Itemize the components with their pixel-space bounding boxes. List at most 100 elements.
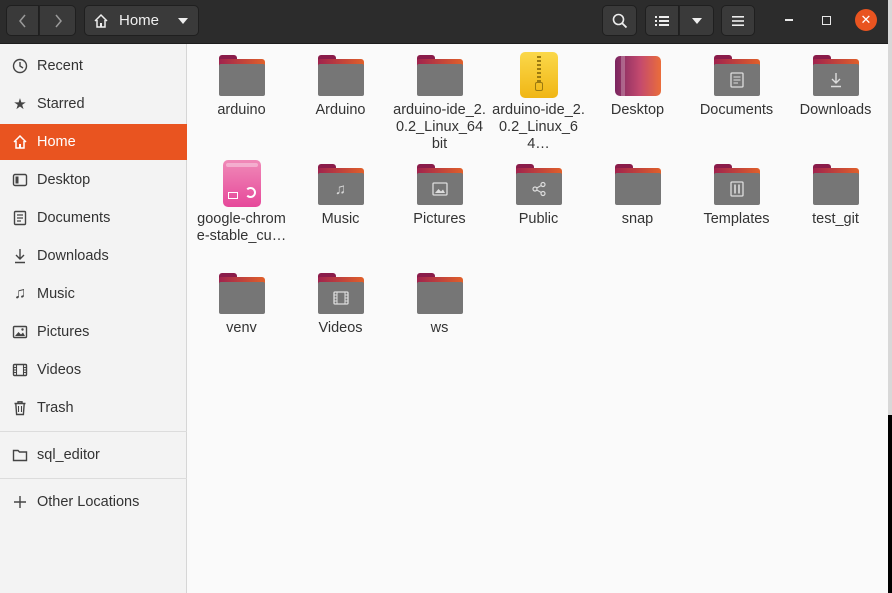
file-item-google-chrome-deb[interactable]: google-chrome-stable_cu… [194,160,289,245]
sidebar-item-label: Videos [37,362,82,378]
sidebar-item-pictures[interactable]: Pictures [0,314,187,350]
file-item-templates[interactable]: Templates [689,160,784,228]
file-name: arduino-ide_2.0.2_Linux_64bit [393,102,486,152]
file-name: Public [518,211,559,227]
sidebar-item-label: Recent [37,58,83,74]
main-menu-button[interactable] [721,5,755,36]
file-item-arduino-2[interactable]: Arduino [293,51,388,119]
chevron-down-icon [178,18,188,24]
file-manager-window: Home ✕ Recent ★ Starred Home Desktop Doc… [0,0,888,593]
view-options-button[interactable] [679,5,714,36]
file-item-documents[interactable]: Documents [689,51,784,119]
file-item-pictures[interactable]: Pictures [392,160,487,228]
sidebar-item-downloads[interactable]: Downloads [0,238,187,274]
sidebar-item-trash[interactable]: Trash [0,390,187,426]
list-view-button[interactable] [645,5,679,36]
sidebar-item-label: Documents [37,210,111,226]
folder-icon [218,55,265,96]
desktop-background-edge [888,0,892,593]
sidebar-item-starred[interactable]: ★ Starred [0,86,187,122]
file-name: arduino [217,102,266,118]
home-icon [94,13,108,28]
file-item-arduino-ide-zip[interactable]: arduino-ide_2.0.2_Linux_64… [491,51,586,153]
music-folder-icon: ♫ [317,164,364,205]
close-button[interactable]: ✕ [855,9,877,31]
template-icon [729,181,744,197]
sidebar-item-other-locations[interactable]: Other Locations [0,484,187,520]
file-item-arduino[interactable]: arduino [194,51,289,119]
minimize-button[interactable] [778,9,800,31]
home-icon [11,133,29,151]
sidebar-item-recent[interactable]: Recent [0,48,187,84]
file-item-downloads[interactable]: Downloads [788,51,883,119]
public-folder-icon [515,164,562,205]
file-name: Desktop [610,102,665,118]
sidebar-item-label: Home [37,134,76,150]
sidebar-item-label: Trash [37,400,74,416]
file-item-videos[interactable]: Videos [293,269,388,337]
chevron-left-icon [18,14,26,27]
music-icon: ♫ [334,180,347,198]
file-grid: arduino Arduino arduino-ide_2.0.2_Linux_… [188,44,888,593]
file-item-test-git[interactable]: test_git [788,160,883,228]
debian-package-icon [222,160,261,207]
desktop-icon [11,171,29,189]
plus-icon [11,493,29,511]
sidebar-item-label: Other Locations [37,494,140,510]
file-item-music[interactable]: ♫ Music [293,160,388,228]
folder-icon [416,273,463,314]
path-bar-home-button[interactable]: Home [84,5,199,36]
close-icon: ✕ [860,12,872,27]
folder-icon [11,446,29,464]
download-icon [830,73,841,88]
file-item-venv[interactable]: venv [194,269,289,337]
pictures-folder-icon [416,164,463,205]
file-name: Templates [703,211,770,227]
download-icon [11,247,29,265]
back-button[interactable] [6,5,39,36]
sidebar-divider [0,431,187,432]
sidebar-item-label: sql_editor [37,447,100,463]
file-item-public[interactable]: Public [491,160,586,228]
sidebar-item-music[interactable]: ♫ Music [0,276,187,312]
file-name: snap [621,211,654,227]
sidebar: Recent ★ Starred Home Desktop Documents … [0,44,187,593]
trash-icon [11,399,29,417]
video-icon [332,291,349,305]
picture-icon [11,323,29,341]
file-name: Videos [318,320,363,336]
sidebar-item-label: Pictures [37,324,90,340]
file-name: Downloads [799,102,872,118]
file-name: Music [321,211,360,227]
chevron-right-icon [54,14,62,27]
file-item-desktop[interactable]: Desktop [590,51,685,119]
video-icon [11,361,29,379]
file-item-ws[interactable]: ws [392,269,487,337]
list-view-icon [655,15,669,26]
document-icon [729,72,744,88]
sidebar-item-desktop[interactable]: Desktop [0,162,187,198]
search-button[interactable] [602,5,637,36]
sidebar-item-sql-editor[interactable]: sql_editor [0,437,187,473]
forward-button[interactable] [39,5,76,36]
chevron-down-icon [691,17,702,24]
sidebar-item-label: Downloads [37,248,109,264]
sidebar-item-home[interactable]: Home [0,124,187,160]
folder-icon [614,164,661,205]
sidebar-item-label: Music [37,286,75,302]
videos-folder-icon [317,273,364,314]
share-icon [531,181,546,197]
sidebar-item-videos[interactable]: Videos [0,352,187,388]
hamburger-menu-icon [732,15,744,26]
file-name: Pictures [413,211,466,227]
file-item-arduino-ide-folder[interactable]: arduino-ide_2.0.2_Linux_64bit [392,51,487,153]
sidebar-item-documents[interactable]: Documents [0,200,187,236]
path-bar-label: Home [119,12,160,29]
file-item-snap[interactable]: snap [590,160,685,228]
templates-folder-icon [713,164,760,205]
maximize-button[interactable] [815,9,837,31]
file-name: Documents [699,102,774,118]
star-icon: ★ [13,96,27,113]
picture-icon [431,182,448,196]
clock-icon [11,57,29,75]
